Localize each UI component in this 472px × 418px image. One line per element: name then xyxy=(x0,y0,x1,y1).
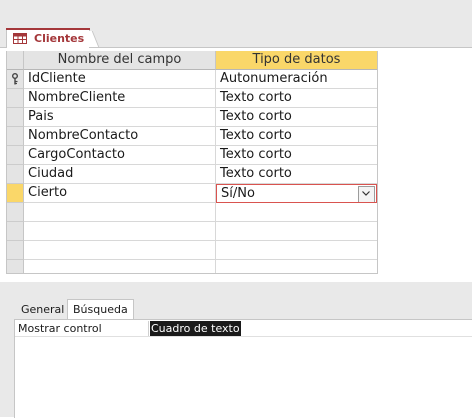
row-selector[interactable] xyxy=(7,127,24,146)
table-row-empty[interactable] xyxy=(7,260,377,273)
row-selector[interactable] xyxy=(7,203,24,222)
field-name-cell[interactable] xyxy=(24,222,216,241)
data-type-column-header: Tipo de datos xyxy=(216,51,377,70)
row-selector[interactable] xyxy=(7,70,24,89)
field-name-cell[interactable]: NombreContacto xyxy=(24,127,216,146)
table-row-empty[interactable] xyxy=(7,203,377,222)
table-row-current[interactable]: Cierto Sí/No xyxy=(7,184,377,203)
table-row-empty[interactable] xyxy=(7,222,377,241)
row-selector[interactable] xyxy=(7,222,24,241)
property-label: Mostrar control xyxy=(18,322,102,335)
data-type-cell[interactable]: Texto corto xyxy=(216,89,377,108)
row-selector[interactable] xyxy=(7,89,24,108)
tab-label: Clientes xyxy=(34,32,85,45)
table-row-empty[interactable] xyxy=(7,241,377,260)
data-type-cell[interactable] xyxy=(216,241,377,260)
data-type-cell[interactable]: Autonumeración xyxy=(216,70,377,89)
data-type-cell[interactable]: Texto corto xyxy=(216,165,377,184)
tab-accent-bar xyxy=(6,28,90,30)
tab-general[interactable]: General xyxy=(16,300,69,319)
field-name-cell[interactable] xyxy=(24,260,216,273)
field-name-cell[interactable]: Ciudad xyxy=(24,165,216,184)
field-properties-pane: General Búsqueda Mostrar control Cuadro … xyxy=(0,282,472,418)
field-name-cell[interactable]: NombreCliente xyxy=(24,89,216,108)
table-row[interactable]: Pais Texto corto xyxy=(7,108,377,127)
table-icon xyxy=(13,33,27,44)
grid-empty-area xyxy=(376,51,472,273)
data-type-cell[interactable]: Texto corto xyxy=(216,146,377,165)
data-type-dropdown[interactable]: Sí/No xyxy=(216,184,377,203)
row-selector-header[interactable] xyxy=(7,51,24,70)
row-selector[interactable] xyxy=(7,146,24,165)
field-name-cell[interactable] xyxy=(24,203,216,222)
table-design-grid: Nombre del campo Tipo de datos IdCliente… xyxy=(6,51,378,274)
data-type-cell[interactable] xyxy=(216,222,377,241)
field-name-cell[interactable]: Pais xyxy=(24,108,216,127)
field-name-cell[interactable]: CargoContacto xyxy=(24,146,216,165)
current-row-selector[interactable] xyxy=(7,184,24,203)
row-selector[interactable] xyxy=(7,260,24,273)
field-name-column-header: Nombre del campo xyxy=(24,51,216,70)
data-type-cell[interactable]: Texto corto xyxy=(216,108,377,127)
dropdown-button[interactable] xyxy=(358,186,375,202)
field-name-cell[interactable] xyxy=(24,241,216,260)
row-selector[interactable] xyxy=(7,241,24,260)
field-name-cell[interactable]: IdCliente xyxy=(24,70,216,89)
row-selector[interactable] xyxy=(7,108,24,127)
table-row[interactable]: CargoContacto Texto corto xyxy=(7,146,377,165)
tab-busqueda[interactable]: Búsqueda xyxy=(67,299,134,319)
data-type-value: Sí/No xyxy=(221,186,255,201)
table-row[interactable]: IdCliente Autonumeración xyxy=(7,70,377,89)
table-row[interactable]: NombreCliente Texto corto xyxy=(7,89,377,108)
table-row[interactable]: NombreContacto Texto corto xyxy=(7,127,377,146)
table-row[interactable]: Ciudad Texto corto xyxy=(7,165,377,184)
chevron-down-icon xyxy=(362,191,370,196)
property-value[interactable]: Cuadro de texto xyxy=(150,321,241,336)
property-divider xyxy=(148,321,149,336)
clientes-document-tab[interactable]: Clientes xyxy=(6,28,90,48)
field-name-cell[interactable]: Cierto xyxy=(24,184,216,203)
data-type-cell[interactable]: Texto corto xyxy=(216,127,377,146)
properties-sheet: Mostrar control Cuadro de texto xyxy=(14,319,472,418)
data-type-cell[interactable] xyxy=(216,203,377,222)
property-row[interactable]: Mostrar control Cuadro de texto xyxy=(15,321,472,337)
row-selector[interactable] xyxy=(7,165,24,184)
primary-key-icon xyxy=(12,73,18,85)
document-tab-strip: Clientes xyxy=(0,0,472,48)
